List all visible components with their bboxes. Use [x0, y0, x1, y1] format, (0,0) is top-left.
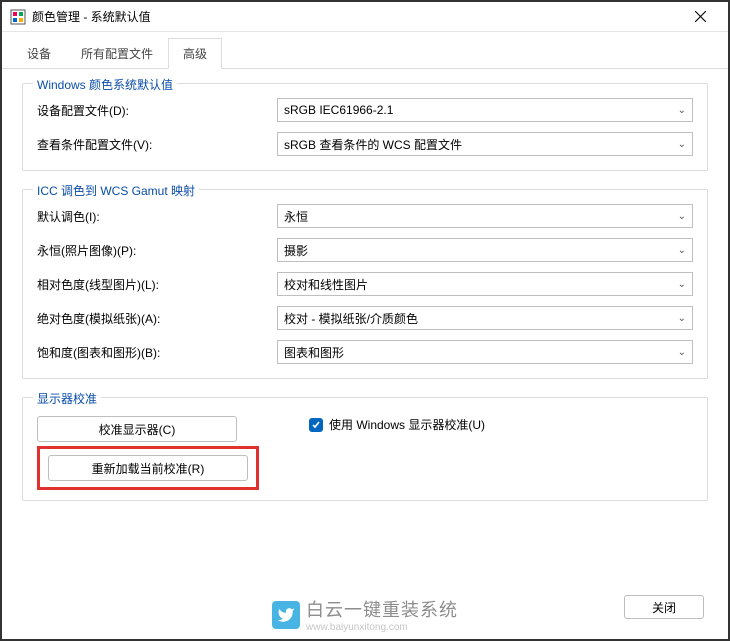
perceptual-label: 永恒(照片图像)(P): — [37, 242, 277, 259]
window-title: 颜色管理 - 系统默认值 — [32, 8, 151, 25]
check-icon — [311, 420, 321, 430]
tabs: 设备 所有配置文件 高级 — [2, 38, 728, 69]
watermark-text: 白云一键重装系统 — [306, 596, 458, 622]
device-profile-value: sRGB IEC61966-2.1 — [284, 103, 393, 117]
viewing-profile-select[interactable]: sRGB 查看条件的 WCS 配置文件 ⌄ — [277, 132, 693, 156]
chevron-down-icon: ⌄ — [678, 211, 686, 222]
default-intent-label: 默认调色(I): — [37, 208, 277, 225]
tab-devices[interactable]: 设备 — [12, 38, 66, 68]
default-intent-select[interactable]: 永恒 ⌄ — [277, 204, 693, 228]
reload-calibration-label: 重新加载当前校准(R) — [92, 460, 205, 477]
calibrate-display-label: 校准显示器(C) — [99, 421, 176, 438]
fieldset-icc-wcs: ICC 调色到 WCS Gamut 映射 默认调色(I): 永恒 ⌄ 永恒(照片… — [22, 189, 708, 379]
use-windows-calibration-checkbox[interactable] — [309, 418, 323, 432]
relative-label: 相对色度(线型图片)(L): — [37, 276, 277, 293]
legend-windows-defaults: Windows 颜色系统默认值 — [33, 76, 177, 93]
device-profile-label: 设备配置文件(D): — [37, 102, 277, 119]
tab-advanced[interactable]: 高级 — [168, 38, 222, 69]
tab-all-profiles[interactable]: 所有配置文件 — [66, 38, 168, 68]
dialog-close-label: 关闭 — [652, 599, 676, 616]
default-intent-value: 永恒 — [284, 208, 308, 225]
absolute-label: 绝对色度(模拟纸张)(A): — [37, 310, 277, 327]
chevron-down-icon: ⌄ — [678, 347, 686, 358]
footer-buttons: 关闭 — [624, 595, 704, 619]
relative-select[interactable]: 校对和线性图片 ⌄ — [277, 272, 693, 296]
watermark-sub: www.baiyunxitong.com — [306, 622, 458, 633]
use-windows-calibration-label: 使用 Windows 显示器校准(U) — [329, 416, 485, 433]
perceptual-select[interactable]: 摄影 ⌄ — [277, 238, 693, 262]
close-button[interactable] — [680, 3, 720, 31]
device-profile-select[interactable]: sRGB IEC61966-2.1 ⌄ — [277, 98, 693, 122]
chevron-down-icon: ⌄ — [678, 279, 686, 290]
content-area: Windows 颜色系统默认值 设备配置文件(D): sRGB IEC61966… — [2, 69, 728, 533]
relative-value: 校对和线性图片 — [284, 276, 368, 293]
legend-calibration: 显示器校准 — [33, 390, 101, 407]
watermark-logo-icon — [272, 601, 300, 629]
chevron-down-icon: ⌄ — [678, 139, 686, 150]
fieldset-calibration: 显示器校准 校准显示器(C) 重新加载当前校准(R) — [22, 397, 708, 501]
close-icon — [695, 11, 706, 22]
fieldset-windows-defaults: Windows 颜色系统默认值 设备配置文件(D): sRGB IEC61966… — [22, 83, 708, 171]
dialog-close-button[interactable]: 关闭 — [624, 595, 704, 619]
absolute-value: 校对 - 模拟纸张/介质颜色 — [284, 310, 418, 327]
chevron-down-icon: ⌄ — [678, 313, 686, 324]
titlebar: 颜色管理 - 系统默认值 — [2, 2, 728, 32]
chevron-down-icon: ⌄ — [678, 245, 686, 256]
saturation-value: 图表和图形 — [284, 344, 344, 361]
saturation-select[interactable]: 图表和图形 ⌄ — [277, 340, 693, 364]
perceptual-value: 摄影 — [284, 242, 308, 259]
reload-calibration-button[interactable]: 重新加载当前校准(R) — [48, 455, 248, 481]
legend-icc-wcs: ICC 调色到 WCS Gamut 映射 — [33, 182, 199, 199]
viewing-profile-label: 查看条件配置文件(V): — [37, 136, 277, 153]
viewing-profile-value: sRGB 查看条件的 WCS 配置文件 — [284, 136, 462, 153]
chevron-down-icon: ⌄ — [678, 105, 686, 116]
saturation-label: 饱和度(图表和图形)(B): — [37, 344, 277, 361]
absolute-select[interactable]: 校对 - 模拟纸张/介质颜色 ⌄ — [277, 306, 693, 330]
highlight-annotation: 重新加载当前校准(R) — [37, 446, 259, 490]
app-icon — [10, 9, 26, 25]
calibrate-display-button[interactable]: 校准显示器(C) — [37, 416, 237, 442]
watermark: 白云一键重装系统 www.baiyunxitong.com — [272, 596, 458, 633]
